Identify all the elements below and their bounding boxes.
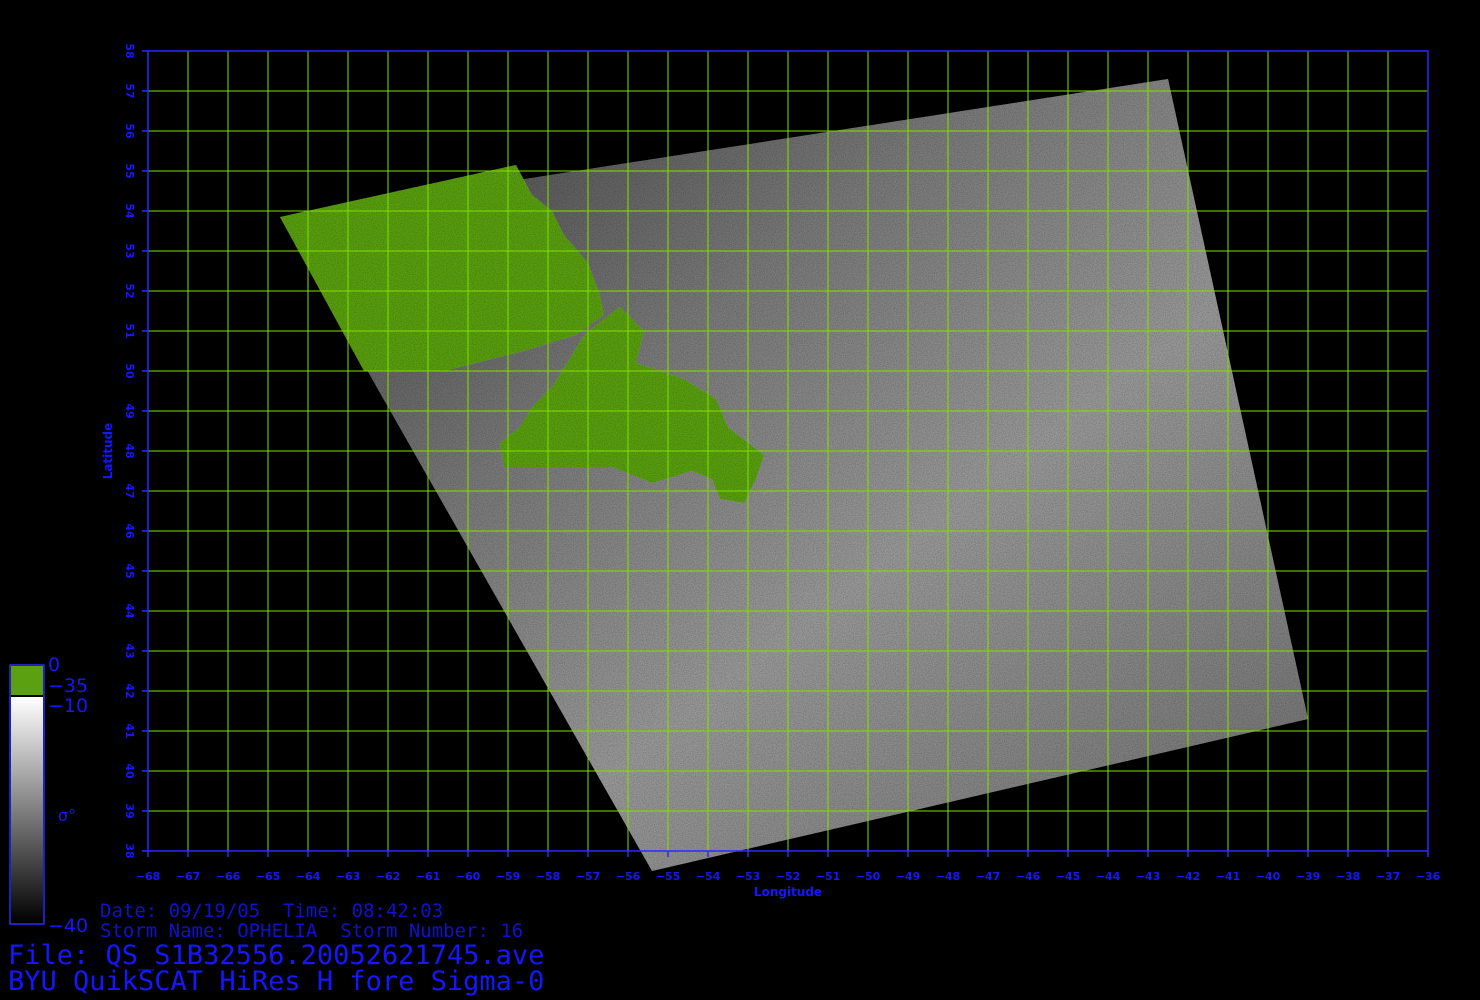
x-tick-label: −50 — [856, 870, 881, 883]
y-tick-label: 40 — [123, 763, 136, 779]
y-tick-label: 51 — [123, 323, 136, 338]
x-tick-label: −40 — [1256, 870, 1281, 883]
y-tick-label: 41 — [123, 723, 136, 738]
y-tick-label: 45 — [123, 563, 136, 578]
x-tick-label: −63 — [336, 870, 361, 883]
y-tick-label: 39 — [123, 803, 136, 818]
x-tick-label: −68 — [136, 870, 161, 883]
colorbar-land-band — [11, 666, 43, 695]
x-tick-label: −64 — [296, 870, 321, 883]
x-tick-label: −54 — [696, 870, 721, 883]
x-tick-label: −42 — [1176, 870, 1201, 883]
y-tick-label: 56 — [123, 123, 136, 139]
colorbar-label-symbol: σ° — [58, 806, 77, 825]
colorbar-gradient — [11, 697, 43, 923]
x-tick-label: −44 — [1096, 870, 1121, 883]
x-tick-label: −51 — [816, 870, 841, 883]
x-tick-label: −45 — [1056, 870, 1081, 883]
x-tick-label: −56 — [616, 870, 641, 883]
x-tick-label: −66 — [216, 870, 241, 883]
x-tick-label: −58 — [536, 870, 561, 883]
y-tick-label: 53 — [123, 243, 136, 258]
colorbar-label-top: 0 — [48, 654, 61, 676]
y-tick-label: 57 — [123, 83, 136, 98]
x-tick-label: −39 — [1296, 870, 1321, 883]
y-tick-label: 42 — [123, 683, 136, 698]
x-tick-label: −37 — [1376, 870, 1401, 883]
x-tick-label: −53 — [736, 870, 761, 883]
y-tick-label: 55 — [123, 163, 136, 178]
x-tick-label: −47 — [976, 870, 1001, 883]
x-tick-label: −36 — [1416, 870, 1441, 883]
x-tick-label: −61 — [416, 870, 441, 883]
colorbar-label-bottom: −40 — [48, 915, 89, 937]
product-title: BYU QuikSCAT HiRes H fore Sigma-0 — [8, 966, 545, 997]
x-tick-label: −41 — [1216, 870, 1241, 883]
x-tick-label: −57 — [576, 870, 601, 883]
y-tick-label: 38 — [123, 843, 136, 858]
y-tick-label: 49 — [123, 403, 136, 418]
y-tick-label: 44 — [123, 603, 136, 619]
x-tick-label: −43 — [1136, 870, 1161, 883]
x-tick-label: −38 — [1336, 870, 1361, 883]
y-axis-title: Latitude — [101, 423, 115, 480]
y-tick-label: 58 — [123, 43, 136, 58]
x-tick-label: −48 — [936, 870, 961, 883]
swath-layer — [280, 79, 1308, 871]
x-axis-title: Longitude — [754, 885, 822, 899]
storm-line: Storm Name: OPHELIA Storm Number: 16 — [100, 920, 524, 942]
colorbar-label-high: −10 — [48, 695, 89, 717]
x-tick-label: −65 — [256, 870, 281, 883]
x-tick-label: −60 — [456, 870, 481, 883]
x-tick-label: −49 — [896, 870, 921, 883]
x-tick-label: −52 — [776, 870, 801, 883]
y-tick-label: 46 — [123, 523, 136, 539]
grid-layer — [148, 51, 1428, 851]
y-tick-label: 54 — [123, 203, 136, 219]
y-tick-label: 48 — [123, 443, 136, 458]
y-tick-label: 47 — [123, 483, 136, 498]
x-tick-label: −62 — [376, 870, 401, 883]
x-tick-label: −67 — [176, 870, 201, 883]
colorbar — [9, 664, 45, 925]
y-tick-label: 43 — [123, 643, 136, 658]
colorbar-label-land: −35 — [48, 675, 89, 697]
y-tick-label: 50 — [123, 363, 136, 379]
x-tick-label: −59 — [496, 870, 521, 883]
x-tick-label: −55 — [656, 870, 681, 883]
x-tick-label: −46 — [1016, 870, 1041, 883]
date-time-line: Date: 09/19/05 Time: 08:42:03 — [100, 900, 444, 922]
map-figure: −68 −67 −66 −65 −64 −63 −62 −61 −60 −59 −58 −57 −56 −… — [9, 43, 1441, 925]
y-tick-label: 52 — [123, 283, 136, 298]
